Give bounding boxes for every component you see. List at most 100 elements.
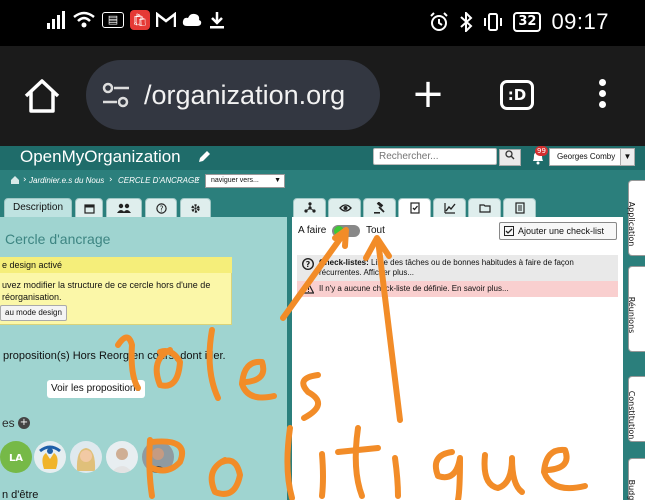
search-input[interactable] [373,148,497,165]
side-tab-label: Application [627,201,636,247]
shopping-icon: 🛍 [130,10,150,30]
side-tab-budget[interactable]: Budget [627,458,645,500]
chart-icon [444,203,456,214]
search-icon [505,150,515,160]
site-settings-icon[interactable] [100,79,132,111]
user-select[interactable]: Georges Comby ▼ [549,148,635,166]
tab-roles[interactable] [293,198,326,218]
status-right-icons: 32 09:17 [429,9,609,35]
tab-watch[interactable] [328,198,361,218]
side-tab-label: Constitution [627,390,636,440]
status-left-icons: ▤ 🛍 [46,10,226,30]
tab-help[interactable]: ? [145,198,177,218]
afaire-label: A faire [298,225,327,236]
checklist-icon [410,202,420,214]
right-tabs [293,198,623,218]
cloud-icon [182,13,202,26]
design-mode-button[interactable]: au mode design [0,305,67,321]
tab-notes[interactable] [503,198,536,218]
left-tabs: Description ? [0,198,290,218]
search-button[interactable] [499,149,521,166]
web-app: OpenMyOrganization 99 Georges Comby ▼ › … [0,146,645,500]
browser-toolbar: /organization.org + :D [0,46,645,146]
calendar-icon [83,204,95,214]
tab-description[interactable]: Description [4,198,72,218]
alarm-icon [430,12,449,31]
side-tab-meetings[interactable]: Réunions [627,266,645,352]
members-label: es [2,416,15,430]
view-proposals-button[interactable]: Voir les propositions [47,380,145,398]
proposals-text: proposition(s) Hors Reorg en cours, dont… [3,350,226,362]
circle-title: Cercle d'ancrage [5,231,111,247]
battery-icon: 32 [513,12,542,32]
chevron-down-icon: ▼ [274,177,281,184]
breadcrumb-separator: › [23,175,27,185]
tab-calendar[interactable] [75,198,103,218]
breadcrumb-item[interactable]: Jardinier.e.s du Nous [29,176,104,185]
chevron-down-icon: ▼ [620,149,634,165]
side-tab-label: Budget [627,479,636,500]
navigate-select-value: naviguer vers... [211,177,259,184]
add-checklist-button[interactable]: Ajouter une check-list [499,222,617,240]
help-icon: ? [155,203,167,214]
navigate-select[interactable]: naviguer vers... ▼ [205,174,285,188]
tab-checklists[interactable] [398,198,431,218]
bluetooth-icon [460,12,473,32]
tout-label: Tout [366,225,385,236]
avatar[interactable] [142,441,174,473]
gavel-icon [374,202,385,214]
tab-indicators[interactable] [433,198,466,218]
brand-name[interactable]: OpenMyOrganization [20,147,181,167]
toggle-knob [334,226,344,236]
signal-icon [47,11,65,29]
notes-icon [515,202,525,214]
vibrate-icon [484,13,503,31]
warning-box: Il n'y a aucune check-liste de définie. … [297,281,618,297]
more-menu-icon[interactable] [594,76,610,116]
tab-settings[interactable] [180,198,211,218]
status-bar: ▤ 🛍 32 09:17 [0,0,645,46]
edit-icon[interactable] [197,150,211,164]
side-tab-application[interactable]: Application [627,180,645,256]
tab-members[interactable] [106,198,142,218]
group-icon [117,203,131,213]
url-text[interactable]: /organization.org [144,80,345,111]
breadcrumb-separator: › [109,175,113,185]
new-tab-icon[interactable]: + [410,74,446,118]
wifi-icon [73,11,95,28]
notification-badge: 99 [535,146,548,156]
tab-switcher-button[interactable]: :D [500,80,534,110]
breadcrumb: › Jardinier.e.s du Nous › CERCLE D'ANCRA… [0,172,645,192]
wheel-icon [304,202,316,213]
svg-text:?: ? [159,205,163,214]
svg-text:LA: LA [9,453,23,464]
info-box: ? Check-listes: Liste des tâches ou de b… [297,255,618,281]
folder-icon [479,204,491,213]
side-tab-constitution[interactable]: Constitution [627,376,645,442]
eye-icon [339,204,352,212]
home-icon[interactable] [10,175,20,185]
clock: 09:17 [551,9,609,34]
side-tabs: Application Réunions Constitution Budget [627,176,645,500]
add-member-button[interactable]: + [18,417,30,429]
gmail-icon [156,12,176,27]
breadcrumb-item[interactable]: CERCLE D'ANCRAGE [118,176,200,185]
avatar[interactable]: LA [0,441,32,473]
avatar[interactable] [34,441,66,473]
gear-icon [191,204,200,213]
avatar[interactable] [70,441,102,473]
filter-toggle[interactable] [332,225,360,237]
address-bar[interactable]: /organization.org [86,60,380,130]
warning-text[interactable]: Il n'y a aucune check-liste de définie. … [319,284,509,293]
avatar[interactable] [106,441,138,473]
add-checklist-label: Ajouter une check-list [518,226,605,236]
info-title: Check-listes: [319,258,369,267]
left-panel: Cercle d'ancrage e design activé uvez mo… [0,217,287,500]
user-name: Georges Comby [557,152,616,161]
tab-decisions[interactable] [363,198,396,218]
app-header: OpenMyOrganization 99 Georges Comby ▼ [0,146,645,170]
warning-icon [303,283,314,294]
home-icon[interactable] [22,76,62,116]
raison-detre-label: n d'être [2,489,39,500]
tab-documents[interactable] [468,198,501,218]
